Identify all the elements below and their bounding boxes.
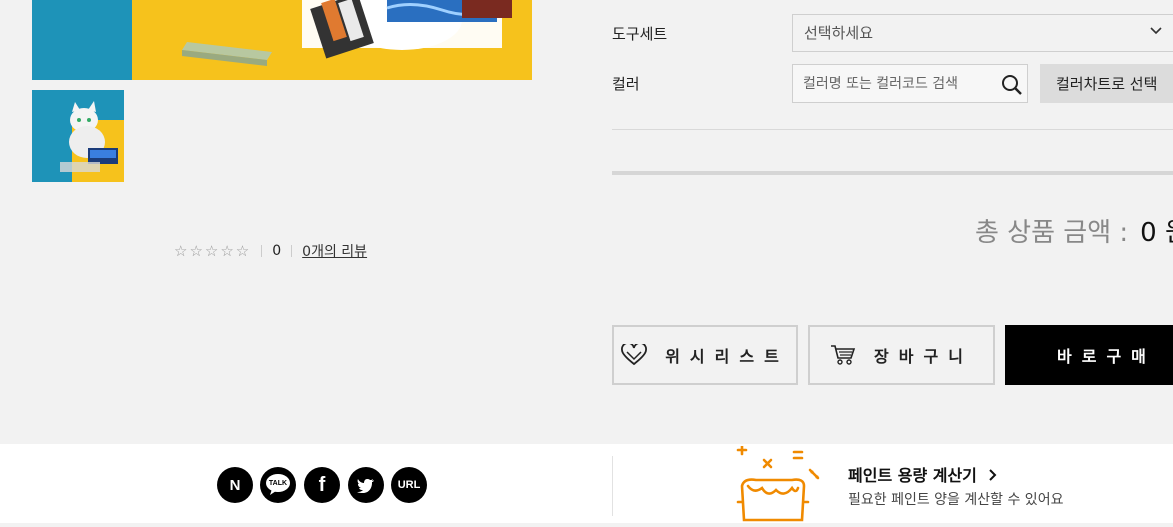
paint-bucket-icon[interactable]	[734, 444, 824, 523]
color-label: 컬러	[612, 75, 640, 93]
paint-calculator-title: 페인트 용량 계산기	[848, 466, 977, 485]
wishlist-button[interactable]: 위시리스트	[612, 325, 798, 385]
rating-value: 0	[272, 243, 282, 259]
divider	[612, 456, 613, 516]
tool-set-label: 도구세트	[612, 25, 668, 43]
color-search-input[interactable]	[793, 65, 983, 102]
total-price-amount: 0 원	[1140, 218, 1173, 248]
cart-button[interactable]: 장바구니	[808, 325, 995, 385]
paint-calculator-link[interactable]: 페인트 용량 계산기	[848, 462, 997, 486]
divider	[612, 129, 1173, 130]
total-price-label: 총 상품 금액 :	[975, 218, 1129, 248]
url-share-label: URL	[397, 479, 421, 491]
twitter-share-icon[interactable]	[348, 467, 384, 503]
naver-share-label: N	[229, 476, 241, 494]
review-count-link[interactable]: 0개의 리뷰	[302, 241, 367, 261]
product-main-image	[32, 0, 532, 80]
rating-row: ☆☆☆☆☆ 0 0개의 리뷰	[174, 240, 367, 262]
chevron-down-icon	[1149, 23, 1163, 41]
tool-set-select[interactable]: 선택하세요	[792, 14, 1173, 52]
wishlist-label: 위시리스트	[665, 347, 789, 366]
cart-icon	[831, 345, 856, 365]
color-search-box	[792, 64, 1028, 103]
divider	[612, 171, 1173, 175]
tool-set-selected-value: 선택하세요	[804, 24, 874, 42]
buy-now-button[interactable]: 바로구매	[1005, 325, 1173, 385]
kakaotalk-share-icon[interactable]: TALK	[260, 467, 296, 503]
divider	[291, 245, 293, 257]
facebook-share-icon[interactable]: f	[304, 467, 340, 503]
color-chart-button[interactable]: 컬러차트로 선택	[1040, 64, 1173, 103]
kakaotalk-share-label: TALK	[268, 479, 288, 487]
star-rating-icons: ☆☆☆☆☆	[174, 242, 252, 260]
search-icon[interactable]	[1001, 74, 1023, 96]
divider	[261, 245, 263, 257]
naver-share-icon[interactable]: N	[217, 467, 253, 503]
paint-calculator-subtitle: 필요한 페인트 양을 계산할 수 있어요	[848, 492, 1064, 508]
facebook-share-label: f	[318, 473, 326, 496]
chevron-right-icon	[988, 466, 997, 485]
heart-icon	[621, 344, 648, 366]
total-price: 총 상품 금액 : 0 원	[975, 212, 1173, 249]
cart-label: 장바구니	[874, 347, 973, 366]
url-share-icon[interactable]: URL	[391, 467, 427, 503]
product-thumbnail[interactable]	[32, 90, 124, 182]
